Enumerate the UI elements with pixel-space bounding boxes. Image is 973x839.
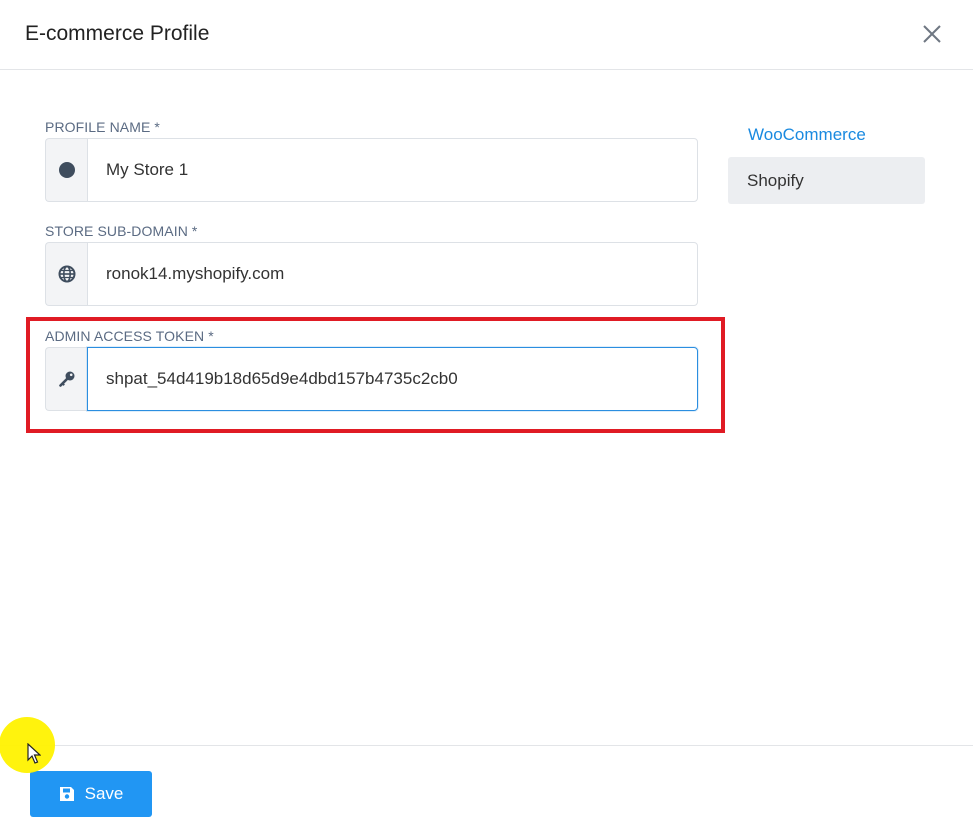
platform-shopify-label: Shopify [747,170,804,190]
save-button-label: Save [84,784,124,803]
platform-shopify[interactable]: Shopify [728,157,925,204]
dialog-title: E-commerce Profile [25,22,210,45]
save-button[interactable]: Save [30,771,152,817]
dialog-header: E-commerce Profile [0,0,973,70]
profile-name-label: PROFILE NAME * [45,119,160,135]
globe-icon [58,265,75,283]
store-subdomain-label: STORE SUB-DOMAIN * [45,223,198,239]
profile-name-input[interactable]: My Store 1 [87,138,698,202]
circle-icon [58,162,75,178]
store-subdomain-addon [45,242,87,306]
footer-divider [0,745,973,746]
profile-name-addon [45,138,87,202]
platform-woocommerce[interactable]: WooCommerce [748,125,866,145]
profile-name-group: My Store 1 [45,138,698,202]
mouse-pointer-icon [27,743,41,764]
store-subdomain-input[interactable]: ronok14.myshopify.com [87,242,698,306]
floppy-disk-icon [59,787,74,801]
close-icon [923,25,941,43]
close-button[interactable] [918,20,946,48]
store-subdomain-group: ronok14.myshopify.com [45,242,698,306]
annotation-highlight-box [26,317,725,433]
